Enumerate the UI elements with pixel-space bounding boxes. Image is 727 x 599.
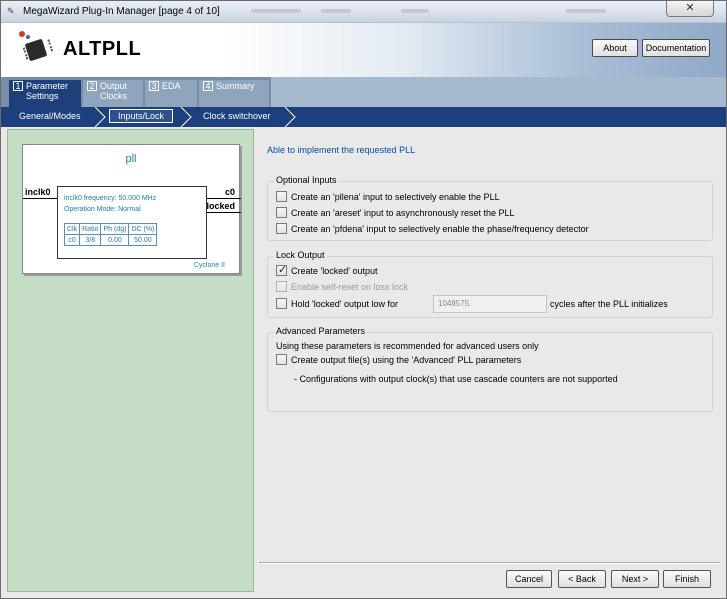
block-diagram-panel: pll inclk0 c0 locked inclk0 frequency: 5… (7, 129, 254, 592)
title-bar: ✎ MegaWizard Plug-In Manager [page 4 of … (1, 1, 726, 23)
create-locked-checkbox[interactable] (276, 264, 287, 276)
pll-symbol: pll inclk0 c0 locked inclk0 frequency: 5… (22, 144, 241, 274)
pllena-checkbox[interactable] (276, 191, 287, 202)
subtab-inputs-lock[interactable]: Inputs/Lock (109, 109, 174, 123)
cycles-input: 1048575 (433, 295, 547, 313)
wizard-header: ALTPLL About Documentation (1, 23, 726, 77)
port-line (207, 198, 241, 199)
table-row: c0 3/8 0.00 50.00 (63, 234, 158, 246)
title-bar-blur (566, 9, 606, 13)
tab-parameter-settings[interactable]: 1 Parameter Settings (9, 80, 81, 107)
advanced-files-option[interactable]: Create output file(s) using the 'Advance… (276, 354, 521, 368)
areset-checkbox[interactable] (276, 207, 287, 218)
optional-inputs-group: Optional Inputs Create an 'pllena' input… (267, 175, 713, 241)
chevron-right-icon (283, 107, 297, 127)
app-icon: ✎ (7, 6, 15, 16)
megafunction-name: ALTPLL (63, 38, 142, 60)
advanced-parameters-group: Advanced Parameters Using these paramete… (267, 326, 713, 412)
cycles-suffix: cycles after the PLL initializes (550, 299, 668, 309)
title-bar-blur (251, 9, 301, 13)
about-button[interactable]: About (592, 39, 638, 57)
tab-summary[interactable]: 4 Summary (199, 80, 269, 107)
tab-output-clocks[interactable]: 2 Output Clocks (83, 80, 143, 107)
chip-logo-icon (19, 31, 53, 65)
title-bar-blur (321, 9, 351, 13)
subtab-bar: General/Modes Inputs/Lock Clock switchov… (1, 107, 726, 127)
pll-core: inclk0 frequency: 50.000 MHz Operation M… (57, 186, 207, 259)
create-locked-option[interactable]: Create 'locked' output (276, 264, 378, 279)
title-bar-blur (401, 9, 429, 13)
documentation-button[interactable]: Documentation (642, 39, 710, 57)
pfdena-option[interactable]: Create an 'pfdena' input to selectively … (276, 223, 589, 237)
pllena-option[interactable]: Create an 'pllena' input to selectively … (276, 191, 500, 205)
close-button[interactable]: ✕ (666, 1, 714, 17)
hold-low-option[interactable]: Hold 'locked' output low for (276, 298, 398, 312)
button-divider (259, 562, 720, 564)
wizard-tabs: 1 Parameter Settings 2 Output Clocks 3 EDA 4S… (1, 77, 726, 107)
port-inclk0: inclk0 (25, 187, 51, 197)
group-title: Lock Output (274, 250, 327, 260)
status-message: Able to implement the requested PLL (267, 145, 416, 155)
pfdena-checkbox[interactable] (276, 223, 287, 234)
close-icon: ✕ (685, 2, 695, 14)
table-header-row: Clk Ratio Ph (dg) DC (%) (63, 223, 158, 235)
areset-option[interactable]: Create an 'areset' input to asynchronous… (276, 207, 515, 221)
advanced-note: Using these parameters is recommended fo… (276, 341, 539, 351)
port-locked: locked (206, 201, 235, 211)
megawizard-window: ✎ MegaWizard Plug-In Manager [page 4 of … (0, 0, 727, 599)
window-title: MegaWizard Plug-In Manager [page 4 of 10… (23, 6, 220, 17)
port-line (207, 212, 241, 213)
self-reset-checkbox (276, 281, 287, 292)
cascade-warning: - Configurations with output clock(s) th… (294, 374, 618, 384)
block-name: pll (125, 153, 137, 165)
subtab-general-modes[interactable]: General/Modes (19, 111, 81, 121)
back-button[interactable]: < Back (558, 570, 606, 588)
hold-low-checkbox[interactable] (276, 298, 287, 309)
subtab-clock-switchover[interactable]: Clock switchover (203, 111, 271, 121)
lock-output-group: Lock Output Create 'locked' output Enabl… (267, 250, 713, 318)
finish-button[interactable]: Finish (663, 570, 711, 588)
tab-eda[interactable]: 3 EDA (145, 80, 197, 107)
inclk0-frequency: inclk0 frequency: 50.000 MHz (64, 195, 157, 202)
operation-mode: Operation Mode: Normal (64, 206, 141, 213)
device-family: Cyclone II (193, 262, 225, 269)
port-c0: c0 (224, 187, 235, 197)
group-title: Optional Inputs (274, 175, 339, 185)
group-title: Advanced Parameters (274, 326, 368, 336)
self-reset-option: Enable self-reset on loss lock (276, 281, 408, 295)
chevron-right-icon (179, 107, 193, 127)
clock-table: Clk Ratio Ph (dg) DC (%) c0 3/8 0.00 50.… (63, 223, 158, 246)
chevron-right-icon (93, 107, 107, 127)
cancel-button[interactable]: Cancel (506, 570, 552, 588)
advanced-files-checkbox[interactable] (276, 354, 287, 365)
port-line (23, 198, 57, 199)
next-button[interactable]: Next > (611, 570, 659, 588)
